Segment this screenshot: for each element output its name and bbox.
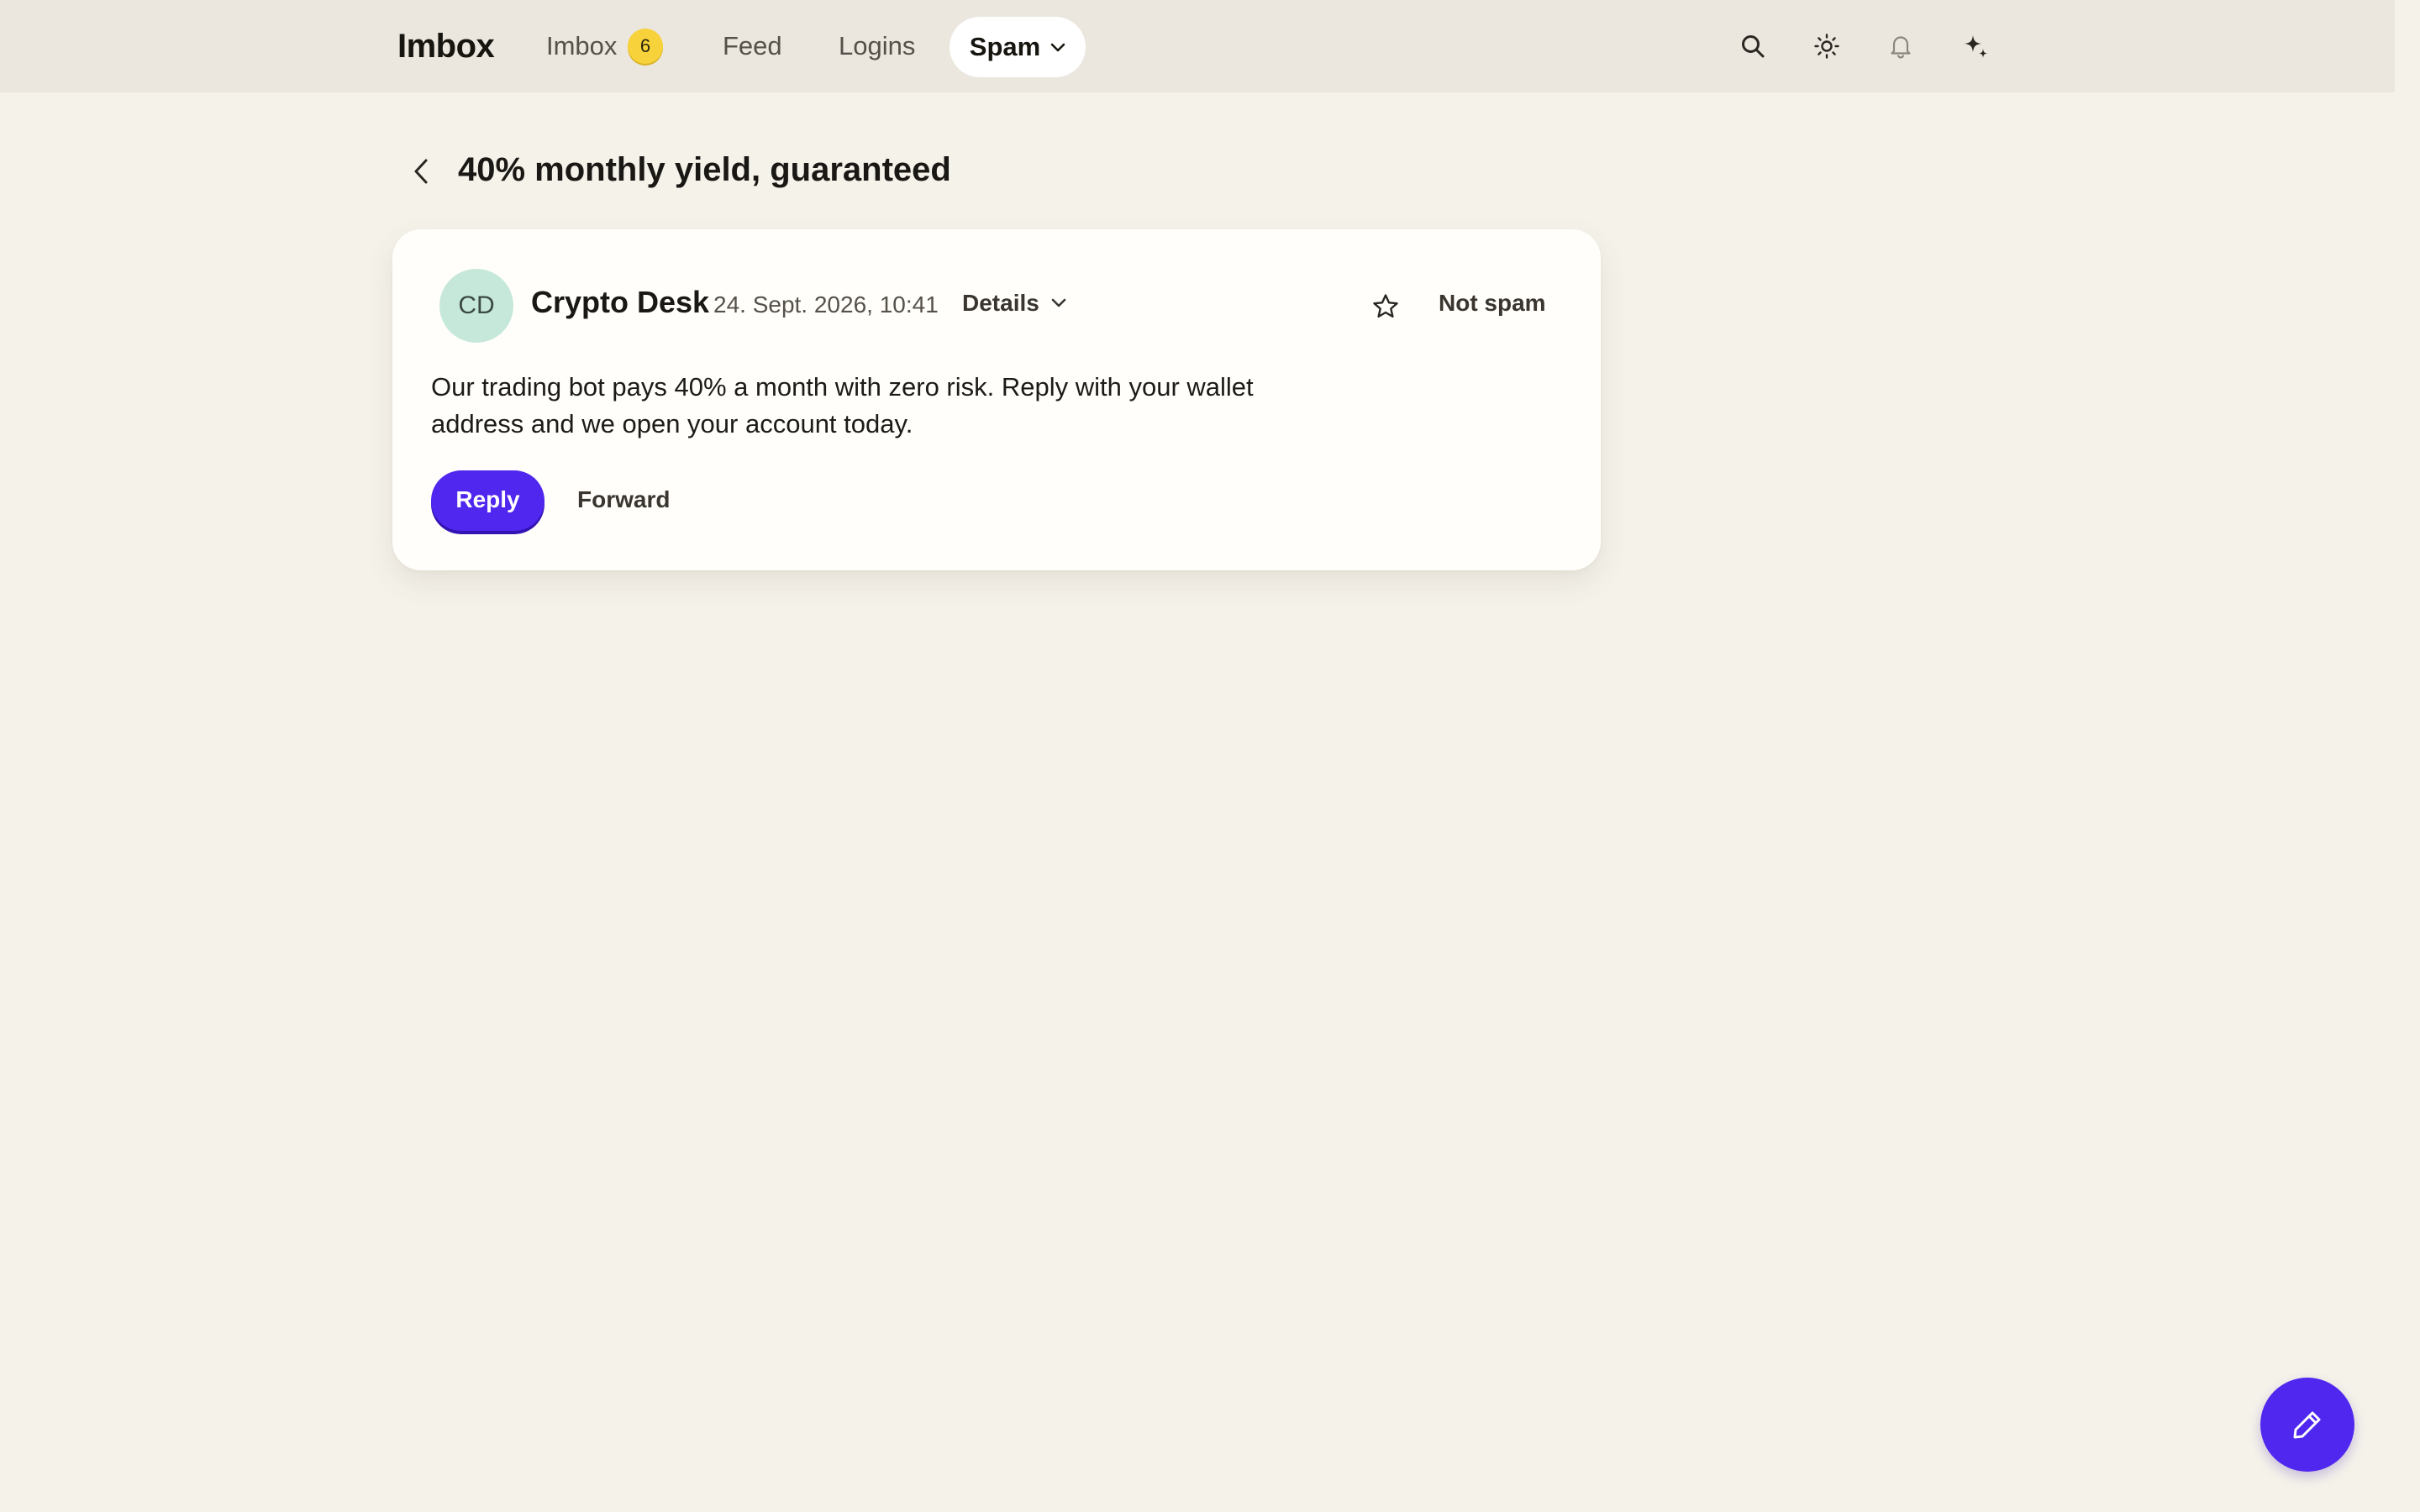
forward-button[interactable]: Forward xyxy=(577,470,670,531)
chevron-left-icon xyxy=(414,159,428,184)
details-label: Details xyxy=(962,290,1039,316)
details-toggle[interactable]: Details xyxy=(962,285,1066,322)
sender-name: Crypto Desk xyxy=(531,285,710,319)
chevron-down-icon xyxy=(1051,298,1066,307)
nav-tab-spam-dropdown[interactable]: Spam xyxy=(950,17,1086,77)
nav-tab-feed[interactable]: Feed xyxy=(723,24,782,69)
brand-logo[interactable]: Imbox xyxy=(397,24,495,69)
thread-title: 40% monthly yield, guaranteed xyxy=(458,151,951,188)
chevron-down-icon xyxy=(1050,43,1065,52)
pencil-icon xyxy=(2293,1411,2321,1439)
search-icon[interactable] xyxy=(1734,28,1771,65)
reply-button[interactable]: Reply xyxy=(431,470,544,531)
bell-icon[interactable] xyxy=(1882,28,1919,65)
top-nav-bar: Imbox Imbox 6 Feed Logins Spam xyxy=(0,0,2395,92)
star-icon xyxy=(1373,294,1398,318)
nav-tab-spam-label: Spam xyxy=(969,32,1041,61)
compose-button[interactable] xyxy=(2260,1378,2354,1472)
nav-tab-logins[interactable]: Logins xyxy=(839,24,915,69)
nav-tab-imbox[interactable]: Imbox xyxy=(546,24,617,69)
back-button[interactable] xyxy=(402,151,442,192)
not-spam-button[interactable]: Not spam xyxy=(1439,285,1546,322)
imbox-count-badge: 6 xyxy=(628,29,663,64)
message-card: CD Crypto Desk 24. Sept. 2026, 10:41 Det… xyxy=(392,229,1601,570)
sun-icon[interactable] xyxy=(1808,28,1845,65)
message-date: 24. Sept. 2026, 10:41 xyxy=(713,291,939,318)
star-button[interactable] xyxy=(1365,286,1406,327)
sparkle-icon[interactable] xyxy=(1957,28,1994,65)
sender-avatar: CD xyxy=(439,269,513,343)
message-body: Our trading bot pays 40% a month with ze… xyxy=(431,372,1254,438)
